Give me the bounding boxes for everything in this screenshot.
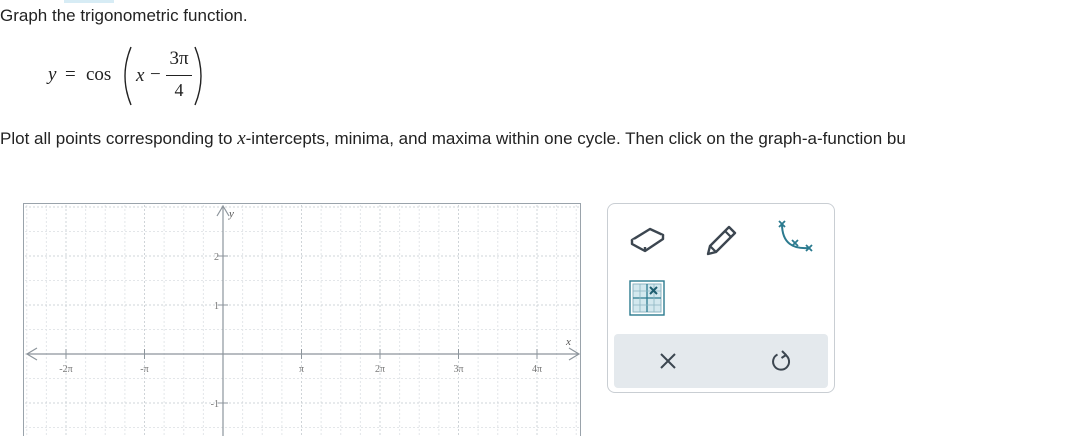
y-axis-label: y (228, 208, 234, 220)
x-tick-label: 2π (375, 364, 385, 375)
coordinate-grid[interactable]: -2π -π π 2π 3π 4π 2 1 -1 y x (23, 203, 581, 436)
pencil-icon (706, 225, 737, 256)
x-axis-label: x (565, 336, 571, 348)
graph-function-tool[interactable] (772, 214, 816, 258)
fraction-bar (166, 75, 192, 76)
plot-instruction: Plot all points corresponding to x-inter… (0, 128, 906, 150)
x-tick-label: 3π (453, 364, 463, 375)
plot-instruction-variable: x (237, 128, 246, 149)
fraction-denominator: 4 (174, 80, 184, 100)
clear-icon (660, 353, 676, 369)
fraction-numerator: 3π (169, 48, 189, 69)
x-tick-label: -2π (59, 364, 72, 375)
point-grid-tool[interactable] (625, 276, 669, 320)
x-tick-label: π (299, 364, 304, 375)
point-grid-icon (629, 280, 665, 316)
left-paren (124, 46, 132, 106)
plot-instruction-before: Plot all points corresponding to (0, 129, 238, 148)
clear-button[interactable] (648, 341, 688, 381)
x-tick-label: -π (140, 364, 148, 375)
equation-variable: x (136, 65, 145, 86)
equation: y = cos x − 3π 4 (48, 44, 238, 108)
top-accent-bar (64, 0, 114, 3)
y-tick-label: 1 (214, 301, 219, 312)
y-tick-label: 2 (214, 252, 219, 263)
equation-lhs: y (48, 64, 57, 85)
equation-minus: − (150, 64, 161, 85)
question-instruction: Graph the trigonometric function. (0, 6, 248, 25)
action-bar (614, 334, 828, 388)
pencil-tool[interactable] (700, 216, 744, 260)
x-tick-label: 4π (532, 364, 542, 375)
right-paren (194, 46, 202, 106)
equation-function: cos (86, 64, 112, 85)
y-tick-label: -1 (211, 399, 219, 410)
graph-function-icon (778, 220, 813, 252)
undo-icon (772, 350, 791, 371)
undo-button[interactable] (761, 341, 801, 381)
graph-area[interactable]: -2π -π π 2π 3π 4π 2 1 -1 y x (23, 203, 581, 436)
eraser-icon (630, 227, 665, 253)
graph-toolbox (607, 203, 835, 393)
eraser-tool[interactable] (626, 216, 670, 260)
equation-equals: = (65, 64, 76, 85)
plot-instruction-after: -intercepts, minima, and maxima within o… (245, 129, 906, 148)
